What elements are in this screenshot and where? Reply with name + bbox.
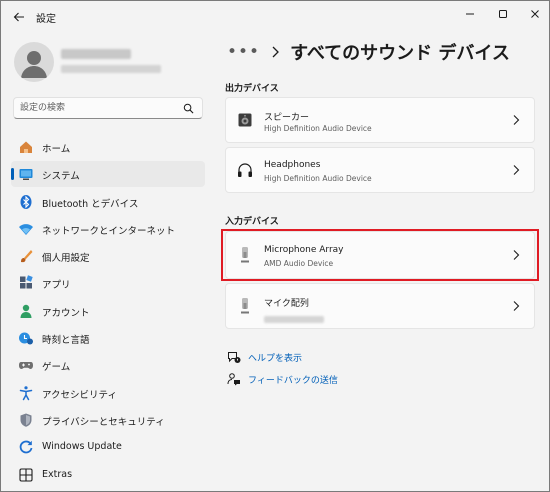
feedback-link-text[interactable]: フィードバックの送信: [248, 373, 338, 386]
device-name: マイク配列: [264, 299, 309, 309]
profile-email: [61, 65, 161, 73]
maximize-icon: [499, 10, 507, 18]
sidebar-item-label: システム: [42, 171, 80, 183]
back-button[interactable]: [9, 7, 29, 27]
sidebar-item-label: 個人用設定: [42, 253, 90, 265]
sidebar-item-accounts[interactable]: アカウント: [11, 298, 205, 324]
help-link-text[interactable]: ヘルプを表示: [248, 351, 302, 364]
network-icon: [18, 221, 34, 237]
device-description: High Definition Audio Device: [264, 174, 372, 183]
sidebar-item-label: Windows Update: [42, 441, 122, 453]
privacy-icon: [18, 412, 34, 428]
feedback-link[interactable]: フィードバックの送信: [227, 371, 338, 387]
system-icon: [18, 166, 34, 182]
gaming-icon: [18, 357, 34, 373]
windows-update-icon: [18, 439, 34, 455]
sidebar-item-personalization[interactable]: 個人用設定: [11, 243, 205, 269]
title-bar: 設定: [1, 1, 549, 33]
input-devices-heading: 入力デバイス: [225, 217, 279, 227]
chevron-right-icon: [513, 165, 520, 175]
sidebar-item-network[interactable]: ネットワークとインターネット: [11, 216, 205, 242]
sidebar-item-label: ゲーム: [42, 362, 71, 374]
device-description: [264, 316, 324, 323]
back-arrow-icon: [13, 12, 24, 22]
sidebar-item-windows-update[interactable]: Windows Update: [11, 434, 205, 460]
apps-icon: [18, 275, 34, 291]
sidebar-nav: ホーム システム Bluetooth とデバイス ネットワークとインターネット …: [11, 134, 205, 489]
home-icon: [18, 139, 34, 155]
personalization-icon: [18, 248, 34, 264]
close-icon: [531, 10, 539, 18]
sidebar-item-label: Bluetooth とデバイス: [42, 198, 139, 210]
device-name: スピーカー: [264, 113, 310, 123]
input-device-mic-array-2[interactable]: マイク配列: [225, 283, 535, 329]
sidebar-item-label: プライバシーとセキュリティ: [42, 416, 165, 428]
sidebar-item-label: アクセシビリティ: [42, 389, 117, 401]
search-input[interactable]: [20, 101, 180, 115]
sidebar-item-label: ホーム: [42, 144, 71, 155]
sidebar-item-label: アプリ: [42, 280, 71, 292]
search-icon[interactable]: [183, 103, 194, 114]
sidebar-item-label: ネットワークとインターネット: [42, 225, 176, 237]
avatar[interactable]: [14, 42, 54, 82]
maximize-button[interactable]: [489, 3, 517, 25]
sidebar-item-system[interactable]: システム: [11, 161, 205, 188]
output-device-speaker[interactable]: スピーカー High Definition Audio Device: [225, 97, 535, 143]
sidebar-item-label: Extras: [42, 468, 73, 480]
microphone-icon: [236, 297, 254, 315]
profile-name: [61, 49, 131, 59]
chevron-right-icon: [513, 301, 520, 311]
minimize-button[interactable]: [456, 3, 484, 25]
help-link[interactable]: ヘルプを表示: [227, 349, 302, 365]
accessibility-icon: [18, 385, 34, 401]
headphones-icon: [236, 161, 254, 179]
breadcrumb-ellipsis[interactable]: •••: [227, 42, 260, 62]
accounts-icon: [18, 303, 34, 319]
chevron-right-icon: [272, 46, 280, 58]
sidebar-item-home[interactable]: ホーム: [11, 134, 205, 160]
speaker-icon: [236, 111, 254, 129]
minimize-icon: [466, 13, 474, 15]
sidebar-item-apps[interactable]: アプリ: [11, 270, 205, 296]
user-icon: [21, 51, 47, 78]
page-title: すべてのサウンド デバイス: [290, 43, 510, 64]
device-name: Headphones: [264, 160, 321, 170]
extras-icon: [18, 467, 34, 483]
feedback-icon: [227, 372, 241, 386]
sidebar-item-label: 時刻と言語: [42, 335, 90, 347]
settings-window: 設定 ホーム: [0, 0, 550, 492]
highlight-frame: [221, 229, 539, 281]
help-icon: [227, 350, 241, 364]
sidebar-item-bluetooth[interactable]: Bluetooth とデバイス: [11, 189, 205, 215]
sidebar-item-gaming[interactable]: ゲーム: [11, 352, 205, 378]
close-button[interactable]: [521, 3, 549, 25]
window-title: 設定: [36, 14, 56, 25]
chevron-right-icon: [513, 115, 520, 125]
output-device-headphones[interactable]: Headphones High Definition Audio Device: [225, 147, 535, 193]
sidebar-item-extras[interactable]: Extras: [11, 462, 205, 488]
device-description: High Definition Audio Device: [264, 124, 372, 133]
search-box[interactable]: [13, 97, 203, 119]
sidebar-item-time-language[interactable]: 時刻と言語: [11, 325, 205, 351]
output-devices-heading: 出力デバイス: [225, 84, 279, 94]
sidebar-item-accessibility[interactable]: アクセシビリティ: [11, 380, 205, 406]
sidebar-item-label: アカウント: [42, 307, 90, 319]
sidebar-item-privacy[interactable]: プライバシーとセキュリティ: [11, 407, 205, 433]
breadcrumb: ••• すべてのサウンド デバイス: [227, 39, 510, 65]
time-language-icon: [18, 330, 34, 346]
bluetooth-icon: [18, 194, 34, 210]
